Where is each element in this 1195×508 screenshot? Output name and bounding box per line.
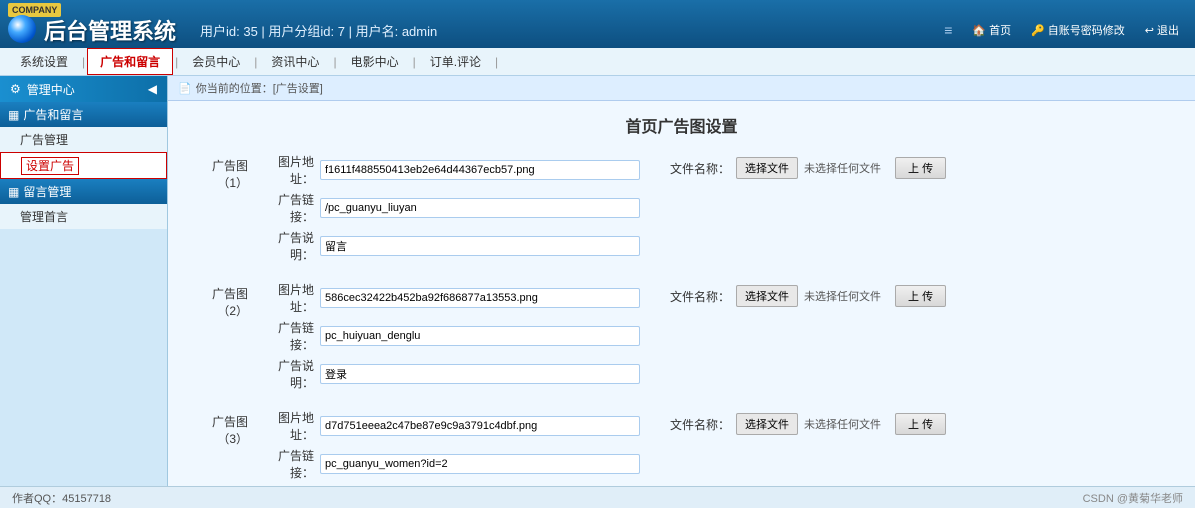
topbar-right: ≡ 🏠 首页 🔑 自账号密码修改 ↩ 退出 [944, 19, 1187, 41]
ad-row-2: 广告图（2） 图片地址： 广告链接： 广告说明： [188, 281, 1175, 391]
system-title: 后台管理系统 [44, 14, 176, 46]
footer: 作者QQ：45157718 CSDN @黄菊华老师 [0, 486, 1195, 508]
breadcrumb-bar: 📄 你当前的位置：[广告设置] [168, 76, 1195, 101]
no-file-text-2: 未选择任何文件 [804, 288, 881, 304]
upload-area-1: 文件名称： 选择文件 未选择任何文件 上 传 [670, 153, 946, 179]
content: 📄 你当前的位置：[广告设置] 首页广告图设置 广告图（1） 图片地址： 广告链… [168, 76, 1195, 508]
choose-file-btn-1[interactable]: 选择文件 [736, 157, 798, 179]
ad-img-row-1: 图片地址： [258, 153, 640, 187]
choose-file-btn-3[interactable]: 选择文件 [736, 413, 798, 435]
home-button[interactable]: 🏠 首页 [964, 19, 1019, 41]
ad-img-row-2: 图片地址： [258, 281, 640, 315]
footer-right: CSDN @黄菊华老师 [1083, 490, 1183, 506]
img-input-2[interactable] [320, 288, 640, 308]
file-label-2: 文件名称： [670, 288, 730, 305]
tab-ads-messages[interactable]: 广告和留言 [87, 48, 173, 75]
desc-label-1: 广告说明： [258, 229, 314, 263]
link-input-1[interactable] [320, 198, 640, 218]
img-label-2: 图片地址： [258, 281, 314, 315]
page-title: 首页广告图设置 [188, 113, 1175, 137]
sidebar-header: ⚙ 管理中心 ◀ [0, 76, 167, 102]
grid2-icon: ▦ [8, 185, 19, 199]
page-main: 首页广告图设置 广告图（1） 图片地址： 广告链接： 广告说明： [168, 101, 1195, 508]
exit-icon: ↩ [1145, 24, 1154, 37]
img-label-1: 图片地址： [258, 153, 314, 187]
img-input-1[interactable] [320, 160, 640, 180]
tab-system-settings[interactable]: 系统设置 [8, 49, 80, 74]
upload-area-3: 文件名称： 选择文件 未选择任何文件 上 传 [670, 409, 946, 435]
link-input-2[interactable] [320, 326, 640, 346]
navtabs: 系统设置 | 广告和留言 | 会员中心 | 资讯中心 | 电影中心 | 订单.评… [0, 48, 1195, 76]
ad-desc-row-1: 广告说明： [258, 229, 640, 263]
ad-desc-row-2: 广告说明： [258, 357, 640, 391]
link-label-2: 广告链接： [258, 319, 314, 353]
no-file-text-3: 未选择任何文件 [804, 416, 881, 432]
ad-label-1: 广告图（1） [188, 153, 258, 191]
file-label-1: 文件名称： [670, 160, 730, 177]
desc-label-2: 广告说明： [258, 357, 314, 391]
user-info: 用户id: 35 | 用户分组id: 7 | 用户名: admin [200, 21, 437, 40]
ad-label-2: 广告图（2） [188, 281, 258, 319]
password-button[interactable]: 🔑 自账号密码修改 [1023, 19, 1133, 41]
home-icon: 🏠 [972, 24, 986, 37]
ad-img-row-3: 图片地址： [258, 409, 640, 443]
upload-btn-3[interactable]: 上 传 [895, 413, 946, 435]
tab-orders[interactable]: 订单.评论 [418, 49, 493, 74]
main-layout: ⚙ 管理中心 ◀ ▦ 广告和留言 广告管理 设置广告 ▦ 留言管理 管理首言 📄… [0, 76, 1195, 508]
footer-left: 作者QQ：45157718 [12, 490, 111, 506]
sidebar: ⚙ 管理中心 ◀ ▦ 广告和留言 广告管理 设置广告 ▦ 留言管理 管理首言 [0, 76, 168, 508]
file-label-3: 文件名称： [670, 416, 730, 433]
ad-link-row-3: 广告链接： [258, 447, 640, 481]
company-badge: COMPANY [8, 3, 61, 17]
grid-icon: ▦ [8, 108, 19, 122]
no-file-text-1: 未选择任何文件 [804, 160, 881, 176]
link-input-3[interactable] [320, 454, 640, 474]
hamburger-icon: ≡ [944, 22, 952, 38]
ad-link-row-2: 广告链接： [258, 319, 640, 353]
ad-row-1: 广告图（1） 图片地址： 广告链接： 广告说明： [188, 153, 1175, 263]
choose-file-btn-2[interactable]: 选择文件 [736, 285, 798, 307]
desc-input-1[interactable] [320, 236, 640, 256]
breadcrumb-text: 你当前的位置：[广告设置] [196, 80, 323, 96]
tab-news[interactable]: 资讯中心 [259, 49, 331, 74]
ad-label-3: 广告图（3） [188, 409, 258, 447]
settings-icon: ⚙ [10, 82, 21, 96]
desc-input-2[interactable] [320, 364, 640, 384]
topbar: COMPANY 后台管理系统 用户id: 35 | 用户分组id: 7 | 用户… [0, 0, 1195, 48]
upload-area-2: 文件名称： 选择文件 未选择任何文件 上 传 [670, 281, 946, 307]
sidebar-group-ads: ▦ 广告和留言 [0, 102, 167, 127]
ad-fields-2: 图片地址： 广告链接： 广告说明： [258, 281, 640, 391]
sidebar-item-manage-messages[interactable]: 管理首言 [0, 204, 167, 229]
link-label-3: 广告链接： [258, 447, 314, 481]
breadcrumb-icon: 📄 [178, 82, 192, 95]
tab-movies[interactable]: 电影中心 [339, 49, 411, 74]
sidebar-collapse-icon[interactable]: ◀ [148, 82, 157, 96]
sidebar-item-ad-management[interactable]: 广告管理 [0, 127, 167, 152]
logout-button[interactable]: ↩ 退出 [1137, 19, 1187, 41]
sidebar-group-messages: ▦ 留言管理 [0, 179, 167, 204]
link-label-1: 广告链接： [258, 191, 314, 225]
ad-link-row-1: 广告链接： [258, 191, 640, 225]
key-icon: 🔑 [1031, 24, 1045, 37]
sidebar-item-set-ad[interactable]: 设置广告 [0, 152, 167, 179]
logo-sphere [8, 15, 36, 43]
upload-btn-1[interactable]: 上 传 [895, 157, 946, 179]
upload-btn-2[interactable]: 上 传 [895, 285, 946, 307]
img-input-3[interactable] [320, 416, 640, 436]
ad-fields-1: 图片地址： 广告链接： 广告说明： [258, 153, 640, 263]
img-label-3: 图片地址： [258, 409, 314, 443]
tab-members[interactable]: 会员中心 [180, 49, 252, 74]
